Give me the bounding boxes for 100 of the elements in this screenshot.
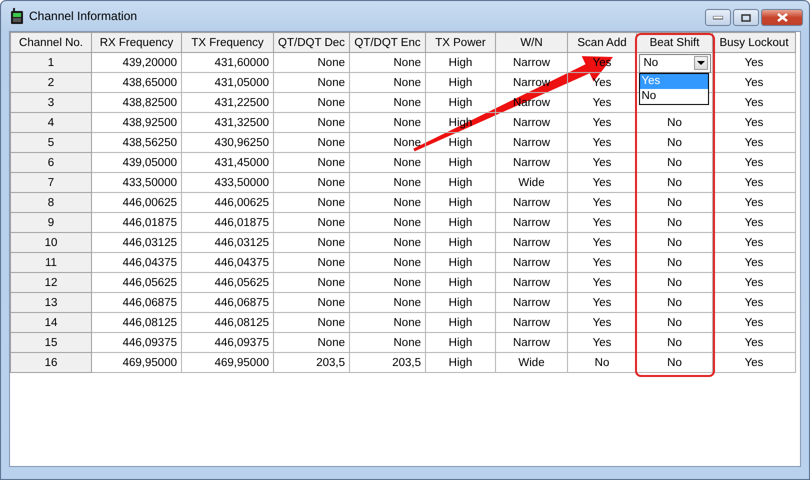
table-cell: High <box>448 96 472 108</box>
table-cell: Narrow <box>512 116 550 128</box>
table-cell: No <box>667 216 682 228</box>
table-cell: Yes <box>744 296 764 308</box>
table-cell: Yes <box>592 336 612 348</box>
table-cell: 433,50000 <box>122 176 177 188</box>
column-header[interactable]: TX Frequency <box>182 32 274 52</box>
maximize-button[interactable] <box>733 9 759 26</box>
table-cell: No <box>667 116 682 128</box>
column-header[interactable]: Channel No. <box>10 32 92 52</box>
row-number: 8 <box>48 196 54 208</box>
close-button[interactable] <box>761 9 803 26</box>
table-cell: Yes <box>744 196 764 208</box>
table-cell: 446,06875 <box>122 296 177 308</box>
table-cell: No <box>667 296 682 308</box>
table-cell: No <box>667 256 682 268</box>
row-number: 9 <box>48 216 54 228</box>
table-cell: 446,05625 <box>214 276 269 288</box>
table-cell: No <box>667 236 682 248</box>
table-cell: Wide <box>518 356 545 368</box>
table-cell: Yes <box>744 176 764 188</box>
table-cell: None <box>394 336 421 348</box>
column-header[interactable]: Scan Add <box>568 32 636 52</box>
table-cell: None <box>394 256 421 268</box>
minimize-button[interactable] <box>705 9 731 26</box>
table-cell: High <box>448 156 472 168</box>
table-cell: None <box>394 316 421 328</box>
table-cell: 469,95000 <box>214 356 269 368</box>
table-cell: Yes <box>592 116 612 128</box>
table-cell: Yes <box>592 176 612 188</box>
table-cell: No <box>667 276 682 288</box>
table-cell: No <box>667 356 682 368</box>
minimize-icon <box>713 16 723 20</box>
table-cell: Yes <box>592 236 612 248</box>
table-cell: Narrow <box>512 236 550 248</box>
table-cell: 203,5 <box>392 356 421 368</box>
column-header[interactable]: TX Power <box>426 32 496 52</box>
table-cell: Yes <box>744 136 764 148</box>
row-number: 2 <box>48 76 54 88</box>
table-cell: Narrow <box>512 256 550 268</box>
table-cell: High <box>448 196 472 208</box>
table-cell: None <box>394 96 421 108</box>
table-cell: 431,60000 <box>214 56 269 68</box>
column-header[interactable]: QT/DQT Enc <box>350 32 426 52</box>
table-cell: 446,01875 <box>214 216 269 228</box>
table-cell: Narrow <box>512 56 550 68</box>
table-cell: 431,45000 <box>214 156 269 168</box>
table-cell: 446,08125 <box>122 316 177 328</box>
table-cell: None <box>394 156 421 168</box>
dropdown-field[interactable]: No <box>638 54 710 72</box>
row-number: 12 <box>44 276 58 288</box>
table-cell: High <box>448 236 472 248</box>
table-cell: 446,05625 <box>122 276 177 288</box>
table-cell: High <box>448 356 472 368</box>
table-cell: None <box>394 116 421 128</box>
table-cell: No <box>594 356 610 368</box>
table-cell: 439,05000 <box>122 156 177 168</box>
table-cell: Yes <box>592 316 612 328</box>
table-cell: Yes <box>744 236 764 248</box>
table-cell: 433,50000 <box>214 176 269 188</box>
table-cell: 430,96250 <box>214 136 269 148</box>
table-cell: Yes <box>744 276 764 288</box>
dropdown-option[interactable]: No <box>640 88 708 104</box>
table-cell: High <box>448 76 472 88</box>
table-cell: None <box>318 296 345 308</box>
table-cell: 446,04375 <box>122 256 177 268</box>
column-header[interactable]: QT/DQT Dec <box>274 32 350 52</box>
table-cell: None <box>318 276 345 288</box>
table-cell: None <box>318 96 345 108</box>
table-cell: Yes <box>744 216 764 228</box>
column-header[interactable]: RX Frequency <box>92 32 182 52</box>
table-cell: High <box>448 336 472 348</box>
column-header[interactable]: W/N <box>496 32 568 52</box>
table-cell: 438,56250 <box>122 136 177 148</box>
table-cell: Narrow <box>512 136 550 148</box>
table-cell: High <box>448 316 472 328</box>
caret-icon[interactable] <box>694 56 708 70</box>
table-cell: Yes <box>744 96 764 108</box>
table-cell: None <box>394 136 421 148</box>
table-cell: Yes <box>744 356 764 368</box>
table-cell: 446,09375 <box>122 336 177 348</box>
table-cell: None <box>394 276 421 288</box>
table-cell: Yes <box>744 116 764 128</box>
column-header[interactable]: Busy Lockout <box>712 32 796 52</box>
table-cell: 446,00625 <box>122 196 177 208</box>
table-cell: 431,05000 <box>214 76 269 88</box>
table-cell: None <box>394 56 421 68</box>
table-cell: 446,03125 <box>214 236 269 248</box>
table-cell: High <box>448 216 472 228</box>
radio-icon <box>11 8 23 24</box>
table-cell: No <box>667 336 682 348</box>
table-cell: None <box>318 256 345 268</box>
table-cell: 446,03125 <box>122 236 177 248</box>
table-cell: None <box>394 76 421 88</box>
table-cell: 469,95000 <box>122 356 177 368</box>
table-cell: Yes <box>744 256 764 268</box>
table-cell: No <box>667 196 682 208</box>
window-title: Channel Information <box>29 9 138 23</box>
table-cell: Yes <box>744 156 764 168</box>
table-cell: High <box>448 136 472 148</box>
